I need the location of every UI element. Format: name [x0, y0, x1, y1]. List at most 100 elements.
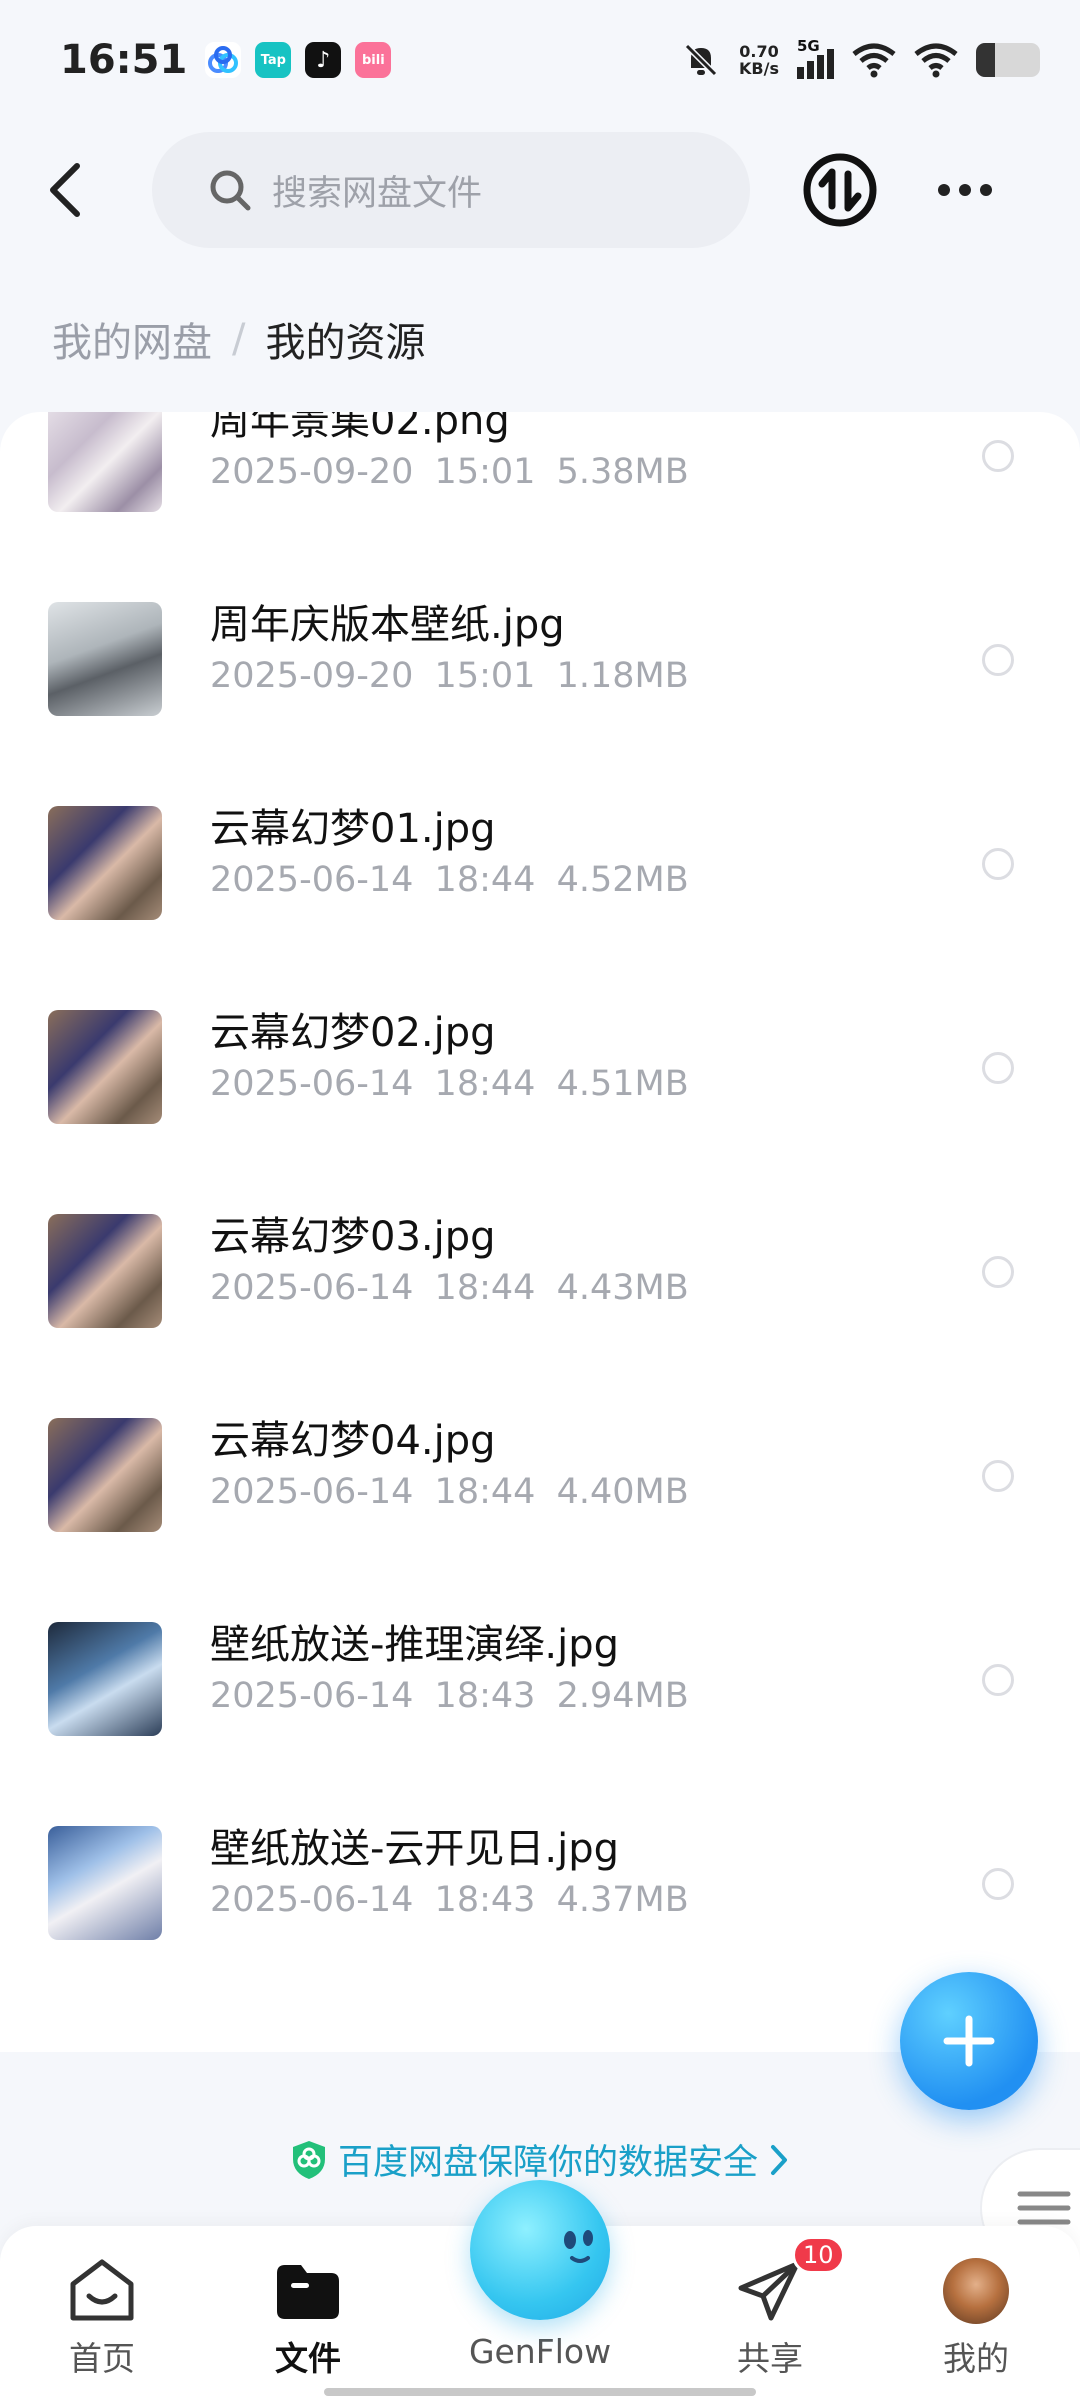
file-time: 18:44: [434, 1268, 536, 1308]
more-options-button[interactable]: [930, 155, 1000, 225]
select-radio[interactable]: [982, 848, 1014, 880]
file-time: 15:01: [434, 452, 536, 492]
transfer-updown-icon: [803, 153, 877, 227]
net-speed-unit: KB/s: [739, 59, 779, 78]
file-date: 2025-06-14: [210, 860, 414, 900]
more-dot-icon: [959, 184, 971, 196]
search-placeholder: 搜索网盘文件: [272, 173, 483, 214]
file-thumbnail: [48, 1622, 162, 1736]
tiktok-icon: ♪: [305, 42, 342, 78]
add-button[interactable]: [900, 1972, 1038, 2110]
file-size: 4.40MB: [556, 1472, 689, 1512]
genflow-face-icon: [564, 2230, 593, 2263]
breadcrumb: 我的网盘 / 我的资源: [52, 310, 425, 368]
share-badge: 10: [792, 2236, 845, 2274]
file-time: 18:44: [434, 1064, 536, 1104]
file-row[interactable]: 云幕幻梦02.jpg 2025-06-14 18:44 4.51MB: [0, 964, 1080, 1168]
nav-home-label: 首页: [69, 2339, 135, 2378]
security-notice-text: 百度网盘保障你的数据安全: [337, 2143, 758, 2183]
file-name: 云幕幻梦01.jpg: [210, 806, 496, 852]
file-meta: 2025-06-14 18:44 4.40MB: [210, 1472, 689, 1512]
nav-home[interactable]: 首页: [22, 2226, 182, 2400]
more-dot-icon: [980, 184, 992, 196]
file-list[interactable]: 周年景集02.png 2025-09-20 15:01 5.38MB 周年庆版本…: [0, 412, 1080, 2052]
file-row[interactable]: 周年庆版本壁纸.jpg 2025-09-20 15:01 1.18MB: [0, 556, 1080, 760]
file-thumbnail: [48, 1214, 162, 1328]
file-row[interactable]: 云幕幻梦01.jpg 2025-06-14 18:44 4.52MB: [0, 760, 1080, 964]
nav-files[interactable]: 文件: [228, 2226, 388, 2400]
file-time: 18:43: [434, 1880, 536, 1920]
file-date: 2025-06-14: [210, 1472, 414, 1512]
security-notice[interactable]: 百度网盘保障你的数据安全: [0, 2134, 1080, 2185]
search-icon: [210, 170, 251, 211]
bilibili-icon: bili: [355, 42, 392, 78]
net-speed-value: 0.70: [739, 42, 779, 61]
select-radio[interactable]: [982, 644, 1014, 676]
file-thumbnail: [48, 1826, 162, 1940]
file-time: 15:01: [434, 656, 536, 696]
file-name: 壁纸放送-推理演绎.jpg: [210, 1622, 620, 1668]
file-meta: 2025-06-14 18:44 4.52MB: [210, 860, 689, 900]
select-radio[interactable]: [982, 1664, 1014, 1696]
file-size: 2.94MB: [556, 1676, 689, 1716]
taptap-icon: Tap: [255, 42, 292, 78]
file-row[interactable]: 云幕幻梦04.jpg 2025-06-14 18:44 4.40MB: [0, 1372, 1080, 1576]
network-type: 5G: [797, 37, 820, 55]
wifi-icon-2: [914, 43, 958, 78]
status-app-icons: Tap ♪ bili: [205, 42, 392, 78]
nav-files-label: 文件: [275, 2339, 341, 2378]
file-meta: 2025-06-14 18:43 2.94MB: [210, 1676, 689, 1716]
battery-icon: [976, 43, 1040, 77]
avatar: [943, 2256, 1009, 2326]
home-icon: [67, 2256, 137, 2326]
home-indicator[interactable]: [324, 2388, 756, 2396]
nav-share-label: 共享: [737, 2339, 803, 2378]
battery-fill: [976, 43, 996, 77]
nav-genflow-label: GenFlow: [468, 2332, 612, 2371]
file-meta: 2025-06-14 18:43 4.37MB: [210, 1880, 689, 1920]
file-row[interactable]: 壁纸放送-云开见日.jpg 2025-06-14 18:43 4.37MB: [0, 1780, 1080, 1984]
chevron-right-icon: [771, 2144, 787, 2175]
file-size: 4.51MB: [556, 1064, 689, 1104]
file-thumbnail: [48, 412, 162, 512]
file-date: 2025-09-20: [210, 452, 414, 492]
file-date: 2025-09-20: [210, 656, 414, 696]
file-meta: 2025-06-14 18:44 4.51MB: [210, 1064, 689, 1104]
file-time: 18:44: [434, 1472, 536, 1512]
mute-bell-icon: [684, 43, 718, 77]
file-name: 云幕幻梦04.jpg: [210, 1418, 496, 1464]
nav-mine[interactable]: 我的: [896, 2226, 1056, 2400]
file-thumbnail: [48, 1010, 162, 1124]
file-date: 2025-06-14: [210, 1064, 414, 1104]
file-row[interactable]: 云幕幻梦03.jpg 2025-06-14 18:44 4.43MB: [0, 1168, 1080, 1372]
breadcrumb-root[interactable]: 我的网盘: [52, 310, 212, 368]
select-radio[interactable]: [982, 440, 1014, 472]
file-row[interactable]: 壁纸放送-推理演绎.jpg 2025-06-14 18:43 2.94MB: [0, 1576, 1080, 1780]
cellular-signal-icon: 5G: [797, 37, 834, 79]
status-time: 16:51: [60, 37, 188, 83]
baidu-netdisk-icon: [205, 42, 242, 78]
select-radio[interactable]: [982, 1052, 1014, 1084]
transfer-button[interactable]: [800, 150, 880, 230]
select-radio[interactable]: [982, 1868, 1014, 1900]
search-input[interactable]: 搜索网盘文件: [152, 132, 750, 248]
file-size: 4.37MB: [556, 1880, 689, 1920]
file-size: 5.38MB: [556, 452, 689, 492]
file-name: 周年庆版本壁纸.jpg: [210, 602, 565, 648]
menu-lines-icon: [1017, 2191, 1071, 2225]
back-button[interactable]: [40, 155, 90, 225]
select-radio[interactable]: [982, 1460, 1014, 1492]
top-header: 搜索网盘文件: [0, 130, 1080, 250]
file-date: 2025-06-14: [210, 1880, 414, 1920]
file-name: 壁纸放送-云开见日.jpg: [210, 1826, 620, 1872]
shield-icon: [292, 2140, 325, 2179]
file-time: 18:44: [434, 860, 536, 900]
file-row[interactable]: 周年景集02.png 2025-09-20 15:01 5.38MB: [0, 412, 1080, 556]
file-size: 4.52MB: [556, 860, 689, 900]
more-dot-icon: [938, 184, 950, 196]
genflow-orb-icon[interactable]: [470, 2180, 610, 2320]
send-icon: [735, 2256, 805, 2326]
breadcrumb-current: 我的资源: [265, 320, 426, 366]
folder-icon: [273, 2256, 343, 2326]
select-radio[interactable]: [982, 1256, 1014, 1288]
